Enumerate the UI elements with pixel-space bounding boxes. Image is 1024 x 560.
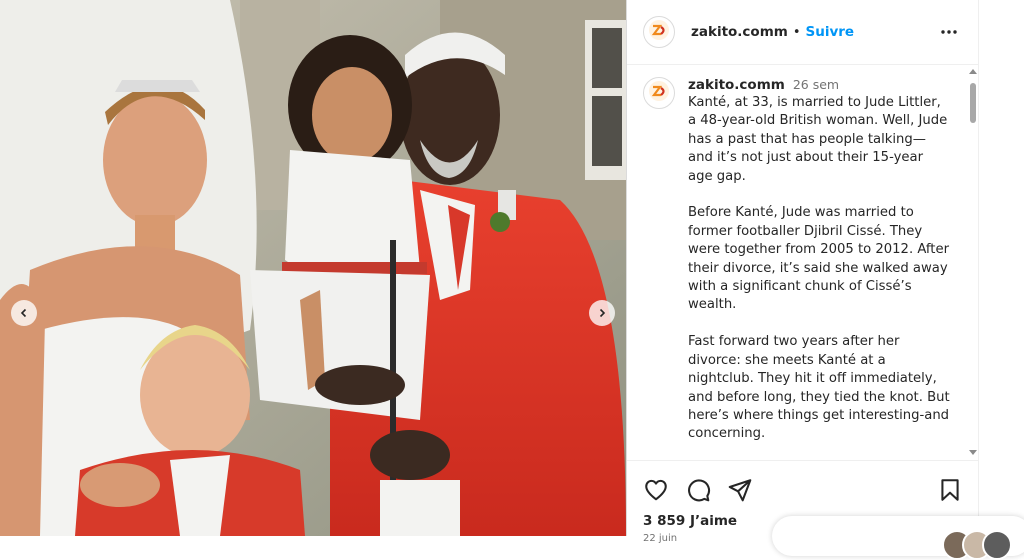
likes-count[interactable]: 3 859 J’aime (643, 513, 737, 529)
caption-comment: zakito.comm 26 sem Kanté, at 33, is marr… (627, 65, 979, 459)
post-header: zakito.comm • Suivre (627, 0, 979, 65)
page-gutter (978, 0, 1024, 536)
scroll-down-arrow-icon[interactable] (969, 450, 977, 455)
avatar[interactable] (982, 530, 1012, 560)
brand-logo-icon (647, 18, 671, 46)
heart-icon[interactable] (643, 477, 669, 503)
chevron-left-icon (19, 308, 29, 318)
scroll-up-arrow-icon[interactable] (969, 69, 977, 74)
post-media[interactable] (0, 0, 626, 536)
follow-button[interactable]: Suivre (806, 24, 855, 40)
chevron-right-icon (597, 308, 607, 318)
share-icon[interactable] (727, 477, 753, 503)
author-username[interactable]: zakito.comm (691, 24, 788, 40)
post-photo (0, 0, 626, 536)
bookmark-icon[interactable] (937, 477, 963, 503)
caption-scroll-area[interactable]: zakito.comm 26 sem Kanté, at 33, is marr… (627, 65, 979, 459)
comment-icon[interactable] (685, 477, 711, 503)
scroll-thumb[interactable] (970, 83, 976, 123)
messages-dock[interactable] (772, 516, 1024, 560)
separator-dot: • (792, 24, 801, 40)
post-time[interactable]: 26 sem (793, 77, 839, 92)
author-avatar[interactable] (643, 16, 675, 48)
post-side-panel: zakito.comm • Suivre zakito.comm 26 sem … (626, 0, 979, 543)
brand-logo-icon (647, 79, 671, 107)
caption-username[interactable]: zakito.comm (688, 77, 785, 93)
carousel-next-button[interactable] (589, 300, 615, 326)
carousel-prev-button[interactable] (11, 300, 37, 326)
caption-text: Kanté, at 33, is married to Jude Littler… (688, 95, 950, 442)
more-options-icon[interactable] (941, 24, 957, 44)
post-date: 22 juin (643, 533, 678, 543)
caption-avatar[interactable] (643, 77, 675, 109)
